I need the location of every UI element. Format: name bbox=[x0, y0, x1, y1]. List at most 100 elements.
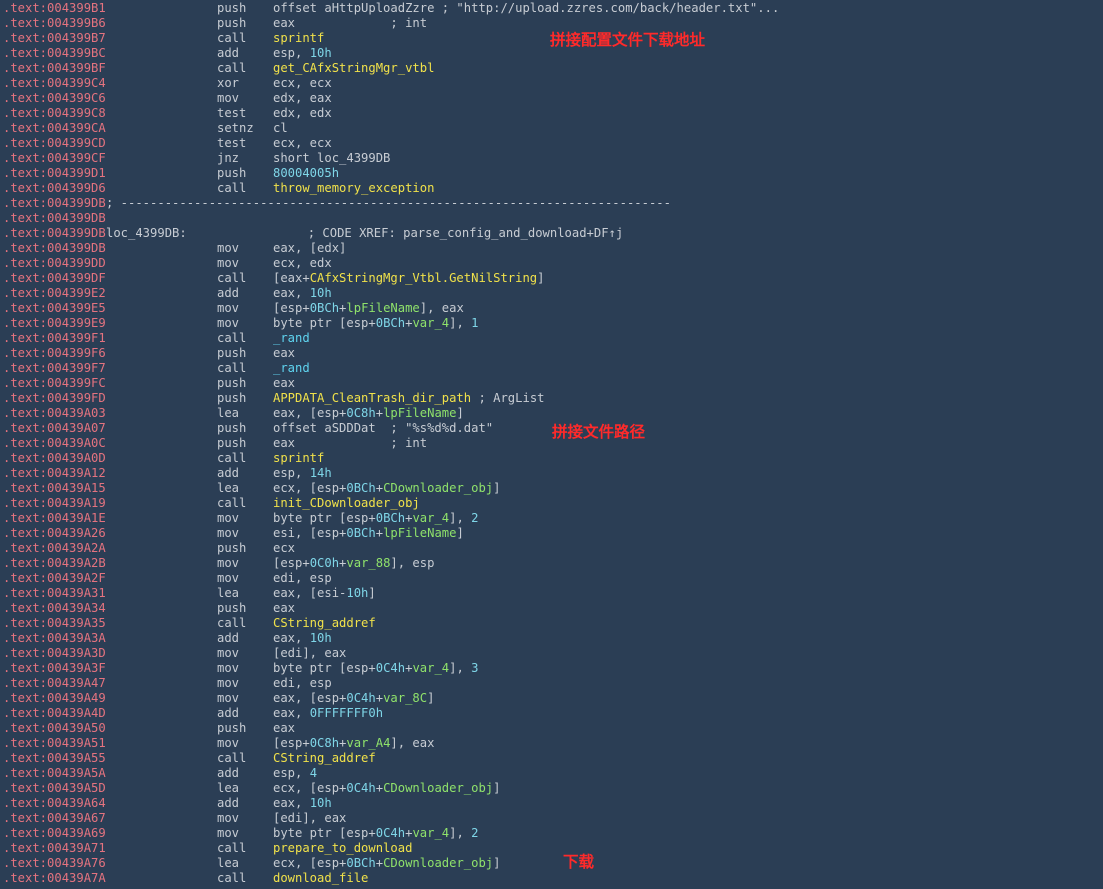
line-address[interactable]: .text:00439A2F bbox=[3, 571, 106, 586]
instruction-mnemonic[interactable]: mov bbox=[217, 736, 239, 751]
instruction-operands[interactable]: ; CODE XREF: parse_config_and_download+D… bbox=[183, 226, 624, 241]
instruction-mnemonic[interactable]: add bbox=[217, 796, 239, 811]
operand-import-name[interactable]: _rand bbox=[273, 331, 310, 345]
instruction-mnemonic[interactable]: add bbox=[217, 631, 239, 646]
instruction-operands[interactable]: 80004005h bbox=[273, 166, 339, 181]
line-address[interactable]: .text:004399BC bbox=[3, 46, 106, 61]
line-address[interactable]: .text:00439A3F bbox=[3, 661, 106, 676]
line-address[interactable]: .text:00439A64 bbox=[3, 796, 106, 811]
instruction-operands[interactable]: ecx, [esp+0BCh+CDownloader_obj] bbox=[273, 481, 500, 496]
instruction-operands[interactable]: APPDATA_CleanTrash_dir_path ; ArgList bbox=[273, 391, 545, 406]
code-label[interactable]: loc_4399DB: bbox=[106, 226, 187, 241]
line-address[interactable]: .text:004399F7 bbox=[3, 361, 106, 376]
instruction-mnemonic[interactable]: push bbox=[217, 721, 246, 736]
line-address[interactable]: .text:004399CD bbox=[3, 136, 106, 151]
line-address[interactable]: .text:00439A50 bbox=[3, 721, 106, 736]
instruction-operands[interactable]: prepare_to_download bbox=[273, 841, 412, 856]
instruction-mnemonic[interactable]: push bbox=[217, 16, 246, 31]
line-address[interactable]: .text:00439A69 bbox=[3, 826, 106, 841]
instruction-operands[interactable]: short loc_4399DB bbox=[273, 151, 390, 166]
instruction-mnemonic[interactable]: jnz bbox=[217, 151, 239, 166]
operand-variable[interactable]: var_4 bbox=[412, 826, 449, 840]
instruction-operands[interactable]: ecx, edx bbox=[273, 256, 332, 271]
instruction-operands[interactable]: esp, 10h bbox=[273, 46, 332, 61]
line-address[interactable]: .text:00439A7A bbox=[3, 871, 106, 886]
line-address[interactable]: .text:004399DB bbox=[3, 241, 106, 256]
instruction-operands[interactable]: offset aHttpUploadZzre ; "http://upload.… bbox=[273, 1, 779, 16]
operand-function-name[interactable]: get_CAfxStringMgr_vtbl bbox=[273, 61, 434, 75]
line-address[interactable]: .text:00439A15 bbox=[3, 481, 106, 496]
instruction-operands[interactable]: [esp+0C0h+var_88], esp bbox=[273, 556, 434, 571]
line-address[interactable]: .text:00439A5D bbox=[3, 781, 106, 796]
instruction-mnemonic[interactable]: call bbox=[217, 31, 246, 46]
operand-function-name[interactable]: APPDATA_CleanTrash_dir_path bbox=[273, 391, 471, 405]
instruction-operands[interactable]: [edi], eax bbox=[273, 646, 346, 661]
instruction-mnemonic[interactable]: call bbox=[217, 271, 246, 286]
instruction-mnemonic[interactable]: mov bbox=[217, 511, 239, 526]
line-address[interactable]: .text:004399CF bbox=[3, 151, 106, 166]
instruction-mnemonic[interactable]: push bbox=[217, 346, 246, 361]
instruction-mnemonic[interactable]: mov bbox=[217, 91, 239, 106]
operand-function-name[interactable]: CAfxStringMgr_Vtbl.GetNilString bbox=[310, 271, 537, 285]
instruction-mnemonic[interactable]: lea bbox=[217, 406, 239, 421]
instruction-operands[interactable]: byte ptr [esp+0C4h+var_4], 3 bbox=[273, 661, 478, 676]
instruction-operands[interactable]: eax, 10h bbox=[273, 796, 332, 811]
instruction-operands[interactable]: eax bbox=[273, 601, 295, 616]
instruction-operands[interactable]: eax bbox=[273, 721, 295, 736]
operand-variable[interactable]: var_4 bbox=[412, 511, 449, 525]
line-address[interactable]: .text:00439A1E bbox=[3, 511, 106, 526]
line-address[interactable]: .text:004399B1 bbox=[3, 1, 106, 16]
instruction-mnemonic[interactable]: call bbox=[217, 361, 246, 376]
instruction-operands[interactable]: eax, [esi-10h] bbox=[273, 586, 376, 601]
instruction-operands[interactable]: esp, 4 bbox=[273, 766, 317, 781]
instruction-mnemonic[interactable]: push bbox=[217, 421, 246, 436]
instruction-mnemonic[interactable]: call bbox=[217, 181, 246, 196]
instruction-mnemonic[interactable]: push bbox=[217, 436, 246, 451]
instruction-operands[interactable]: eax, 10h bbox=[273, 631, 332, 646]
instruction-mnemonic[interactable]: mov bbox=[217, 661, 239, 676]
instruction-operands[interactable]: [esp+0BCh+lpFileName], eax bbox=[273, 301, 464, 316]
instruction-operands[interactable]: init_CDownloader_obj bbox=[273, 496, 420, 511]
instruction-mnemonic[interactable]: add bbox=[217, 706, 239, 721]
line-address[interactable]: .text:00439A26 bbox=[3, 526, 106, 541]
line-address[interactable]: .text:004399B7 bbox=[3, 31, 106, 46]
line-address[interactable]: .text:00439A35 bbox=[3, 616, 106, 631]
line-address[interactable]: .text:004399DB bbox=[3, 211, 106, 226]
instruction-operands[interactable]: ecx, ecx bbox=[273, 136, 332, 151]
instruction-mnemonic[interactable]: test bbox=[217, 106, 246, 121]
operand-function-name[interactable]: sprintf bbox=[273, 31, 324, 45]
instruction-mnemonic[interactable]: add bbox=[217, 286, 239, 301]
instruction-mnemonic[interactable]: test bbox=[217, 136, 246, 151]
line-address[interactable]: .text:00439A07 bbox=[3, 421, 106, 436]
instruction-operands[interactable]: ecx bbox=[273, 541, 295, 556]
operand-variable[interactable]: lpFileName bbox=[383, 526, 456, 540]
line-address[interactable]: .text:00439A0D bbox=[3, 451, 106, 466]
operand-variable[interactable]: CDownloader_obj bbox=[383, 856, 493, 870]
line-address[interactable]: .text:00439A19 bbox=[3, 496, 106, 511]
instruction-mnemonic[interactable]: call bbox=[217, 61, 246, 76]
line-address[interactable]: .text:004399C6 bbox=[3, 91, 106, 106]
instruction-mnemonic[interactable]: call bbox=[217, 451, 246, 466]
instruction-operands[interactable]: eax bbox=[273, 346, 295, 361]
instruction-mnemonic[interactable]: call bbox=[217, 496, 246, 511]
line-address[interactable]: .text:004399FC bbox=[3, 376, 106, 391]
operand-variable[interactable]: CDownloader_obj bbox=[383, 781, 493, 795]
instruction-operands[interactable]: esi, [esp+0BCh+lpFileName] bbox=[273, 526, 464, 541]
instruction-mnemonic[interactable]: mov bbox=[217, 811, 239, 826]
instruction-operands[interactable]: eax, 0FFFFFFF0h bbox=[273, 706, 383, 721]
line-address[interactable]: .text:004399D1 bbox=[3, 166, 106, 181]
instruction-mnemonic[interactable]: push bbox=[217, 391, 246, 406]
instruction-operands[interactable]: eax ; int bbox=[273, 16, 427, 31]
instruction-operands[interactable]: byte ptr [esp+0C4h+var_4], 2 bbox=[273, 826, 478, 841]
operand-function-name[interactable]: throw_memory_exception bbox=[273, 181, 434, 195]
operand-import-name[interactable]: _rand bbox=[273, 361, 310, 375]
instruction-operands[interactable]: download_file bbox=[273, 871, 368, 886]
instruction-operands[interactable]: edi, esp bbox=[273, 676, 332, 691]
instruction-mnemonic[interactable]: xor bbox=[217, 76, 239, 91]
line-address[interactable]: .text:00439A49 bbox=[3, 691, 106, 706]
instruction-operands[interactable]: ecx, [esp+0BCh+CDownloader_obj] bbox=[273, 856, 500, 871]
instruction-operands[interactable]: [eax+CAfxStringMgr_Vtbl.GetNilString] bbox=[273, 271, 545, 286]
line-address[interactable]: .text:004399B6 bbox=[3, 16, 106, 31]
line-address[interactable]: .text:00439A47 bbox=[3, 676, 106, 691]
line-address[interactable]: .text:004399D6 bbox=[3, 181, 106, 196]
